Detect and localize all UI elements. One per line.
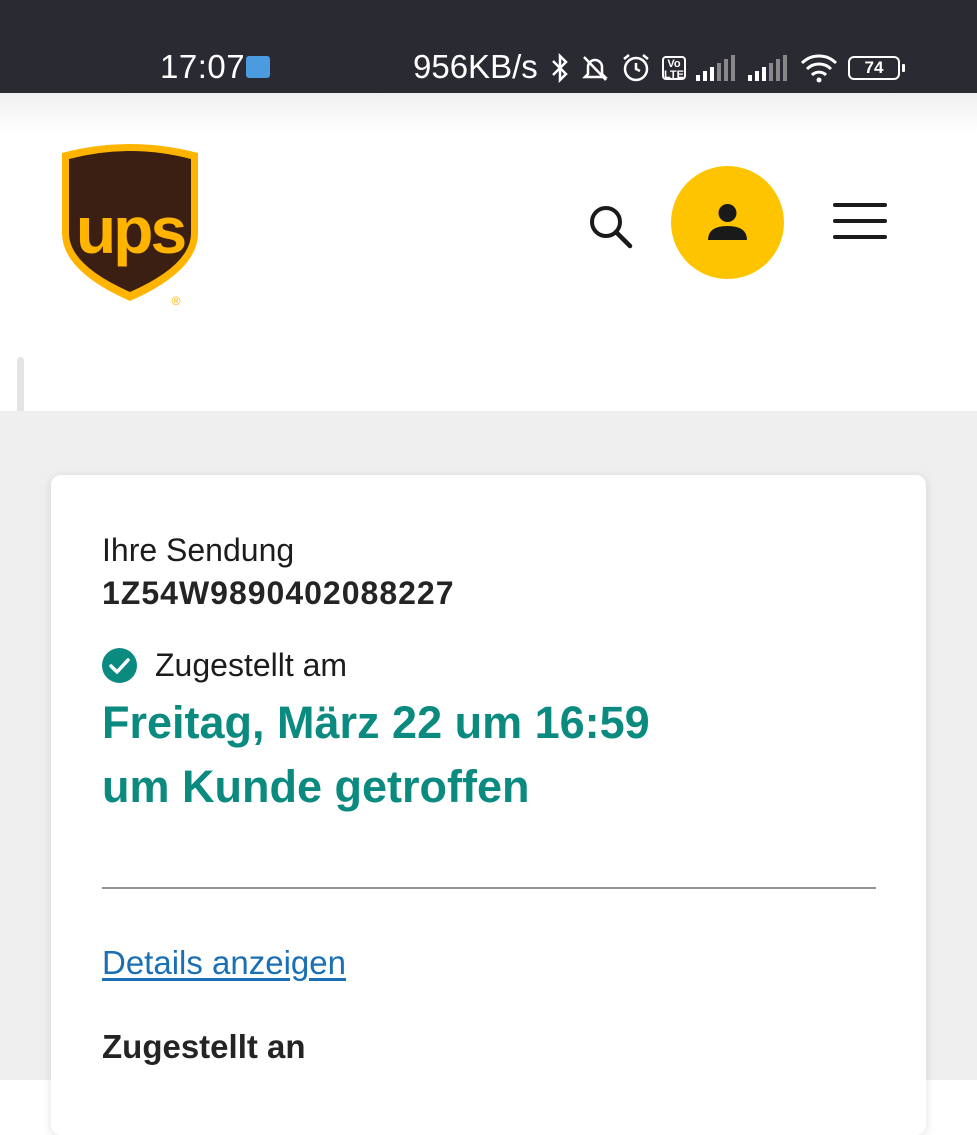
status-bar: 17:07 956KB/s Vo LTE 74 — [0, 0, 977, 93]
delivery-status: Zugestellt am — [102, 645, 347, 685]
bluetooth-icon — [552, 53, 568, 83]
alarm-icon — [623, 54, 649, 82]
battery-icon: 74 — [848, 56, 905, 80]
tracking-number: 1Z54W9890402088227 — [102, 575, 455, 611]
signal-icon — [696, 55, 735, 81]
status-time: 17:07 — [160, 48, 246, 85]
bell-muted-icon — [581, 56, 609, 81]
signal-icon-2 — [748, 55, 787, 81]
logo-registered-mark: ® — [172, 294, 181, 305]
details-link[interactable]: Details anzeigen — [102, 944, 346, 982]
shipment-card: Ihre Sendung 1Z54W9890402088227 Zugestel… — [51, 475, 926, 1135]
search-icon — [590, 206, 633, 249]
delivery-note: um Kunde getroffen — [102, 761, 530, 812]
status-label: Zugestellt am — [155, 646, 348, 683]
delivery-date: Freitag, März 22 um 16:59 — [102, 697, 650, 748]
search-button[interactable] — [584, 200, 638, 254]
wifi-icon — [800, 54, 838, 83]
site-header: ups ® — [0, 93, 977, 411]
check-circle-icon — [102, 647, 137, 683]
status-icons: Vo LTE 74 — [550, 48, 905, 88]
user-icon — [708, 204, 747, 240]
shipment-label: Ihre Sendung — [102, 532, 295, 568]
logo-wordmark: ups — [76, 193, 185, 267]
menu-icon-line-2 — [833, 219, 887, 223]
mail-icon — [246, 56, 270, 78]
divider — [102, 887, 876, 889]
delivered-to-heading: Zugestellt an — [102, 1028, 306, 1065]
volte-icon: Vo LTE — [662, 56, 686, 81]
menu-button[interactable] — [833, 203, 887, 245]
network-speed: 956KB/s — [413, 48, 538, 85]
menu-icon — [833, 203, 887, 207]
menu-icon-line-3 — [833, 235, 887, 239]
ups-logo[interactable]: ups ® — [60, 141, 200, 305]
account-button[interactable] — [671, 166, 784, 279]
